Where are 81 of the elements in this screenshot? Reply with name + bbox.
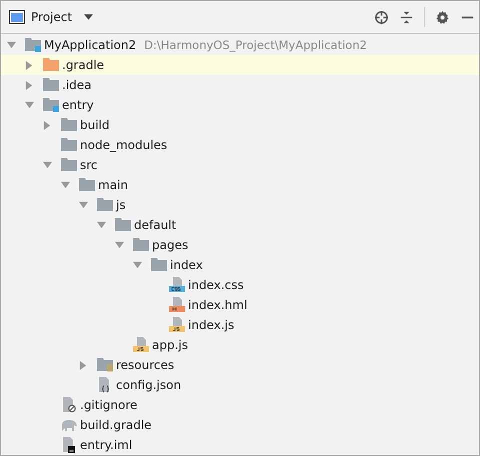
tree-row[interactable]: index.hml	[1, 295, 479, 315]
item-label: default	[134, 218, 176, 232]
collapsed-arrow-icon[interactable]	[43, 120, 52, 130]
tree-row[interactable]: .gitignore	[1, 395, 479, 415]
tree-row[interactable]: index.css	[1, 275, 479, 295]
tree-row[interactable]: build.gradle	[1, 415, 479, 435]
tree-row[interactable]: .idea	[1, 75, 479, 95]
item-label: index.css	[188, 278, 244, 292]
module-folder-icon	[43, 97, 59, 113]
tree-row[interactable]: main	[1, 175, 479, 195]
folder-icon	[61, 137, 77, 153]
css-file-icon	[169, 277, 185, 293]
expanded-arrow-icon[interactable]	[79, 200, 88, 210]
expanded-arrow-icon[interactable]	[97, 220, 106, 230]
tree-row[interactable]: default	[1, 215, 479, 235]
expanded-arrow-icon[interactable]	[25, 100, 34, 110]
item-label: resources	[116, 358, 174, 372]
expanded-arrow-icon[interactable]	[133, 260, 142, 270]
elephant-icon	[61, 417, 77, 433]
js-file-icon	[169, 317, 185, 333]
item-label: node_modules	[80, 138, 168, 152]
expanded-arrow-icon[interactable]	[43, 160, 52, 170]
tree-row[interactable]: .gradle	[1, 55, 479, 75]
tree-row[interactable]: MyApplication2 D:\HarmonyOS_Project\MyApplication2	[1, 35, 479, 55]
caret-icon	[84, 14, 94, 20]
item-label: .gradle	[62, 58, 104, 72]
item-label: src	[80, 158, 98, 172]
collapse-all-icon[interactable]	[399, 10, 414, 24]
item-label: config.json	[116, 378, 182, 392]
tree-row[interactable]: js	[1, 195, 479, 215]
item-label: .gitignore	[80, 398, 138, 412]
collapsed-arrow-icon[interactable]	[25, 60, 34, 70]
item-label: .idea	[62, 78, 92, 92]
window-icon	[9, 10, 25, 24]
folder-icon	[61, 117, 77, 133]
tree-row[interactable]: resources	[1, 355, 479, 375]
settings-icon[interactable]	[435, 10, 450, 24]
item-label: main	[98, 178, 128, 192]
folder-icon	[115, 217, 131, 233]
item-path: D:\HarmonyOS_Project\MyApplication2	[144, 38, 367, 52]
item-label: app.js	[152, 338, 188, 352]
tree-row[interactable]: entry.iml	[1, 435, 479, 455]
tree-row[interactable]: index	[1, 255, 479, 275]
expanded-arrow-icon[interactable]	[115, 240, 124, 250]
folder-icon	[43, 77, 59, 93]
item-label: index.js	[188, 318, 234, 332]
item-label: build.gradle	[80, 418, 152, 432]
crosshair-icon[interactable]	[374, 10, 389, 24]
item-label: entry.iml	[80, 438, 132, 452]
project-view-dropdown[interactable]: Project	[7, 8, 96, 26]
tree-row[interactable]: pages	[1, 235, 479, 255]
html-file-icon	[169, 297, 185, 313]
folder-icon	[61, 157, 77, 173]
module-folder-icon	[25, 37, 41, 53]
expanded-arrow-icon[interactable]	[7, 40, 16, 50]
tree-row[interactable]: index.js	[1, 315, 479, 335]
item-label: pages	[152, 238, 188, 252]
expanded-arrow-icon[interactable]	[61, 180, 70, 190]
tree-row[interactable]: node_modules	[1, 135, 479, 155]
folder-icon	[133, 237, 149, 253]
ignored-file-icon	[61, 397, 77, 413]
folder-icon	[79, 177, 95, 193]
folder-icon	[151, 257, 167, 273]
module-file-icon	[61, 437, 77, 453]
tree-row[interactable]: src	[1, 155, 479, 175]
folder-icon	[97, 197, 113, 213]
folder-icon	[43, 57, 59, 73]
item-label: build	[80, 118, 110, 132]
item-label: index.hml	[188, 298, 248, 312]
item-label: MyApplication2	[44, 38, 136, 52]
collapsed-arrow-icon[interactable]	[25, 80, 34, 90]
tree-row[interactable]: entry	[1, 95, 479, 115]
tree-row[interactable]: build	[1, 115, 479, 135]
resources-folder-icon	[97, 357, 113, 373]
tree-row[interactable]: config.json	[1, 375, 479, 395]
js-file-icon	[133, 337, 149, 353]
item-label: entry	[62, 98, 94, 112]
item-label: js	[116, 198, 126, 212]
item-label: index	[170, 258, 203, 272]
tree-row[interactable]: app.js	[1, 335, 479, 355]
collapsed-arrow-icon[interactable]	[79, 360, 88, 370]
